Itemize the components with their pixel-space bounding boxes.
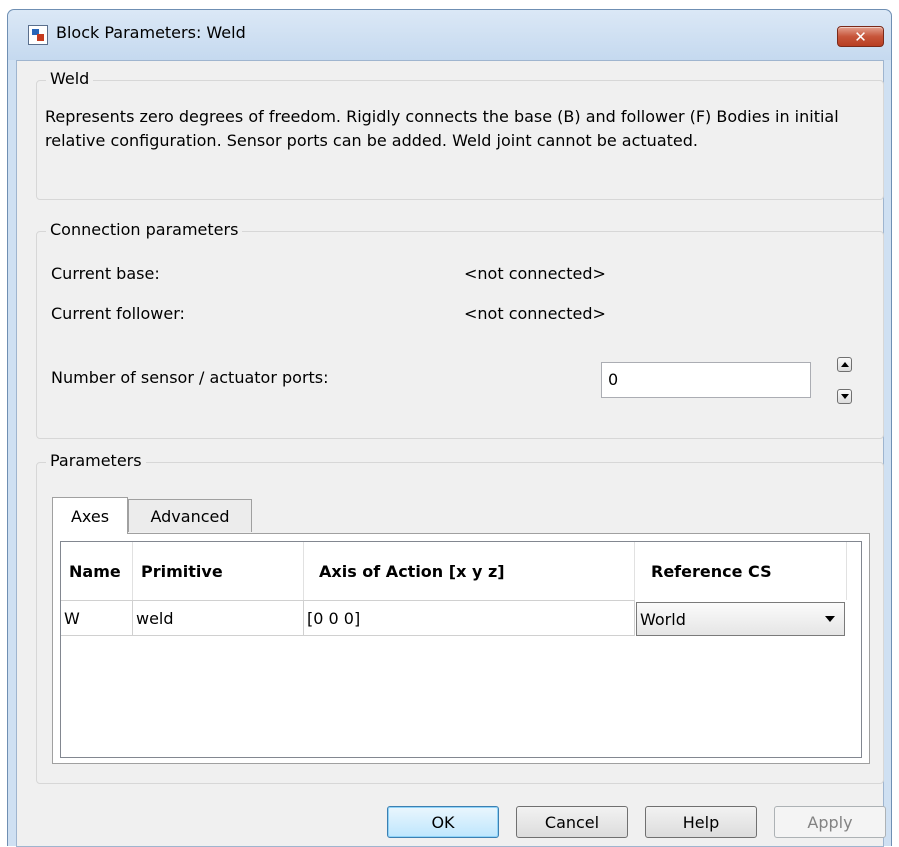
column-header-primitive[interactable]: Primitive [133,542,304,600]
tab-axes-label: Axes [70,506,110,526]
apply-button[interactable]: Apply [774,806,886,838]
tab-axes[interactable]: Axes [52,497,128,534]
cell-axis[interactable]: [0 0 0] [304,600,635,636]
dialog-body: Weld Represents zero degrees of freedom.… [16,60,886,847]
close-button[interactable]: ✕ [837,26,884,47]
dialog-window: Block Parameters: Weld ✕ Weld Represents… [7,9,892,847]
ports-spin-up[interactable] [837,357,852,372]
current-base-label: Current base: [51,264,160,283]
arrow-up-icon [841,362,849,367]
connection-parameters-label: Connection parameters [46,220,243,239]
close-icon: ✕ [854,27,867,46]
weld-group: Weld Represents zero degrees of freedom.… [36,69,884,200]
current-follower-value: <not connected> [464,304,606,323]
ports-input[interactable]: 0 [601,362,811,398]
arrow-down-icon [841,394,849,399]
tab-advanced[interactable]: Advanced [128,499,252,532]
ports-label: Number of sensor / actuator ports: [51,368,329,387]
parameters-group: Parameters Axes Advanced Name Primitive … [36,451,884,784]
reference-cs-value: World [640,609,686,629]
connection-parameters-group: Connection parameters Current base: <not… [36,220,884,439]
axes-table: Name Primitive Axis of Action [x y z] Re… [60,541,862,758]
axes-tab-panel: Name Primitive Axis of Action [x y z] Re… [52,533,870,764]
ports-spin-down[interactable] [837,389,852,404]
cancel-button[interactable]: Cancel [516,806,628,838]
block-description: Represents zero degrees of freedom. Rigi… [45,107,839,150]
chevron-down-icon [825,616,835,622]
column-header-name[interactable]: Name [61,542,133,600]
ok-button[interactable]: OK [387,806,499,838]
current-base-value: <not connected> [464,264,606,283]
window-title: Block Parameters: Weld [56,23,246,42]
tab-advanced-label: Advanced [150,506,230,526]
simulink-block-icon [28,25,48,45]
weld-group-label: Weld [46,69,94,88]
parameters-label: Parameters [46,451,146,470]
cell-primitive[interactable]: weld [133,600,304,636]
help-button[interactable]: Help [645,806,757,838]
column-header-axis[interactable]: Axis of Action [x y z] [304,542,635,600]
cell-name[interactable]: W [61,600,133,636]
reference-cs-dropdown[interactable]: World [636,602,845,636]
title-bar[interactable]: Block Parameters: Weld ✕ [8,10,891,60]
column-header-reference-cs[interactable]: Reference CS [635,542,847,600]
current-follower-label: Current follower: [51,304,185,323]
